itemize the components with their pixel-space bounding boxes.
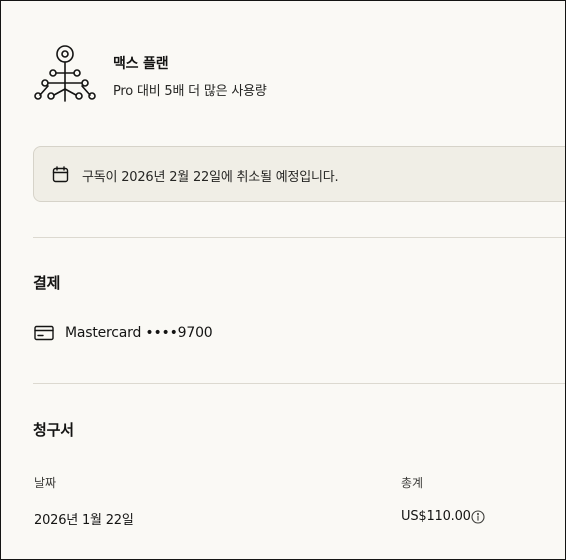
payment-section-title: 결제 — [33, 274, 61, 292]
info-icon[interactable] — [471, 510, 485, 524]
invoice-date: 2026년 1월 22일 — [34, 513, 134, 528]
branching-tree-icon — [34, 45, 96, 102]
plan-name: 맥스 플랜 — [113, 56, 169, 72]
invoices-section-title: 청구서 — [33, 421, 74, 439]
column-header-total: 총계 — [401, 476, 424, 490]
invoice-total: US$110.00 — [401, 509, 471, 524]
credit-card-icon — [34, 325, 54, 341]
divider — [33, 237, 565, 238]
divider — [33, 383, 565, 384]
notice-text: 구독이 2026년 2월 22일에 취소될 예정입니다. — [82, 170, 339, 185]
cancellation-notice: 구독이 2026년 2월 22일에 취소될 예정입니다. — [33, 146, 565, 202]
column-header-date: 날짜 — [34, 476, 57, 490]
calendar-icon — [52, 166, 69, 183]
settings-panel: 맥스 플랜 Pro 대비 5배 더 많은 사용량 구독이 2026년 2월 22… — [0, 0, 566, 560]
plan-description: Pro 대비 5배 더 많은 사용량 — [113, 84, 267, 99]
payment-card-label: Mastercard ••••9700 — [65, 325, 213, 341]
